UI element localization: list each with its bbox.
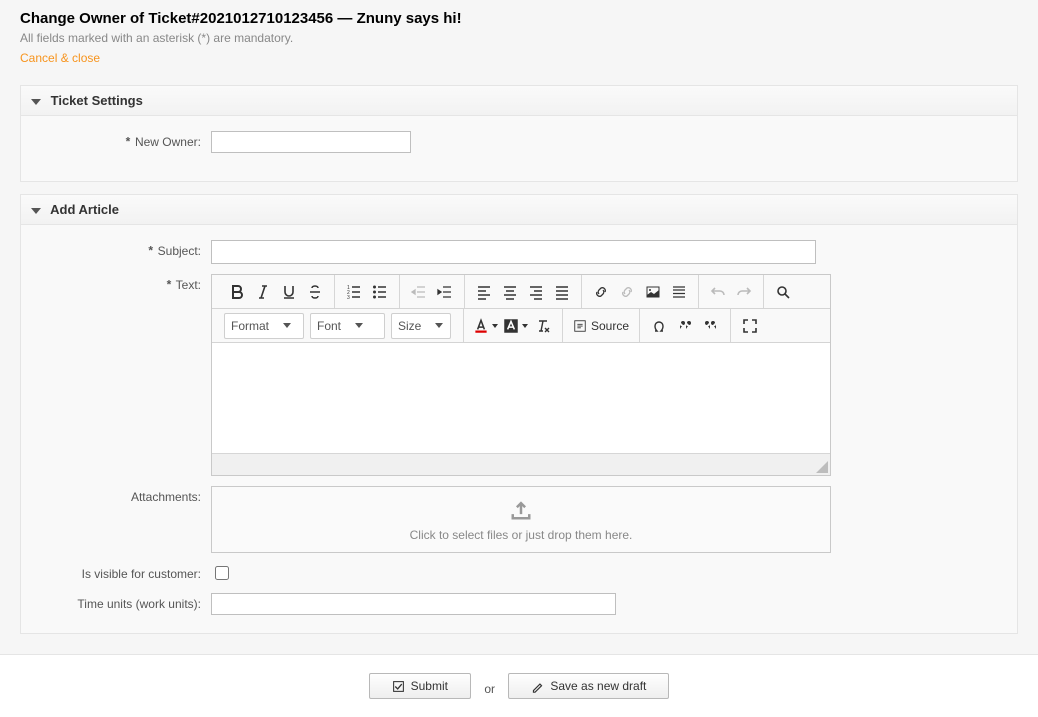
footer-bar: Submit or Save as new draft	[0, 654, 1038, 717]
visible-label: Is visible for customer:	[31, 563, 211, 581]
resize-grip-icon[interactable]	[816, 461, 828, 473]
text-label: * Text:	[31, 274, 211, 293]
align-left-button[interactable]	[471, 279, 497, 305]
maximize-button[interactable]	[737, 313, 763, 339]
link-button[interactable]	[588, 279, 614, 305]
subject-label: * Subject:	[31, 240, 211, 259]
editor-toolbar-1: 123	[212, 275, 830, 309]
page-header: Change Owner of Ticket#2021012710123456 …	[0, 0, 1038, 73]
italic-button[interactable]	[250, 279, 276, 305]
indent-button[interactable]	[432, 279, 458, 305]
editor-body[interactable]	[212, 343, 830, 453]
mandatory-note: All fields marked with an asterisk (*) a…	[20, 31, 1018, 45]
add-article-toggle[interactable]: Add Article	[21, 195, 1017, 225]
cancel-close-link[interactable]: Cancel & close	[20, 51, 100, 65]
collapse-icon	[31, 99, 41, 105]
new-owner-label: * New Owner:	[31, 131, 211, 150]
horizontal-rule-button[interactable]	[666, 279, 692, 305]
add-article-widget: Add Article * Subject: * Text:	[20, 194, 1018, 634]
format-dropdown[interactable]: Format	[224, 313, 304, 339]
ticket-settings-widget: Ticket Settings * New Owner:	[20, 85, 1018, 182]
bg-color-button[interactable]	[500, 317, 530, 335]
attachments-dropzone[interactable]: Click to select files or just drop them …	[211, 486, 831, 553]
size-dropdown[interactable]: Size	[391, 313, 451, 339]
underline-button[interactable]	[276, 279, 302, 305]
redo-button[interactable]	[731, 279, 757, 305]
outdent-button[interactable]	[406, 279, 432, 305]
ticket-settings-toggle[interactable]: Ticket Settings	[21, 86, 1017, 116]
align-center-button[interactable]	[497, 279, 523, 305]
editor-footer	[212, 453, 830, 475]
or-text: or	[484, 682, 495, 696]
ordered-list-button[interactable]: 123	[341, 279, 367, 305]
align-justify-button[interactable]	[549, 279, 575, 305]
editor-toolbar-2: Format Font Size	[212, 309, 830, 343]
special-char-button[interactable]	[646, 313, 672, 339]
rich-text-editor: 123	[211, 274, 831, 476]
font-dropdown[interactable]: Font	[310, 313, 385, 339]
collapse-icon	[31, 208, 41, 214]
upload-icon	[212, 499, 830, 524]
align-right-button[interactable]	[523, 279, 549, 305]
svg-text:3: 3	[347, 295, 350, 300]
unordered-list-button[interactable]	[367, 279, 393, 305]
timeunits-label: Time units (work units):	[31, 593, 211, 611]
bold-button[interactable]	[224, 279, 250, 305]
add-article-title: Add Article	[50, 202, 119, 217]
submit-button[interactable]: Submit	[369, 673, 471, 699]
page-title: Change Owner of Ticket#2021012710123456 …	[20, 10, 1018, 27]
attachments-hint: Click to select files or just drop them …	[212, 528, 830, 542]
find-button[interactable]	[770, 279, 796, 305]
unlink-button[interactable]	[614, 279, 640, 305]
visible-for-customer-checkbox[interactable]	[215, 566, 229, 580]
new-owner-input[interactable]	[211, 131, 411, 153]
remove-quote-button[interactable]	[698, 313, 724, 339]
remove-format-button[interactable]	[530, 313, 556, 339]
ticket-settings-title: Ticket Settings	[51, 93, 143, 108]
save-draft-button[interactable]: Save as new draft	[508, 673, 669, 699]
text-color-button[interactable]	[470, 317, 500, 335]
image-button[interactable]	[640, 279, 666, 305]
insert-quote-button[interactable]	[672, 313, 698, 339]
source-button[interactable]: Source	[569, 319, 633, 333]
subject-input[interactable]	[211, 240, 816, 264]
attachments-label: Attachments:	[31, 486, 211, 504]
undo-button[interactable]	[705, 279, 731, 305]
time-units-input[interactable]	[211, 593, 616, 615]
strike-button[interactable]	[302, 279, 328, 305]
